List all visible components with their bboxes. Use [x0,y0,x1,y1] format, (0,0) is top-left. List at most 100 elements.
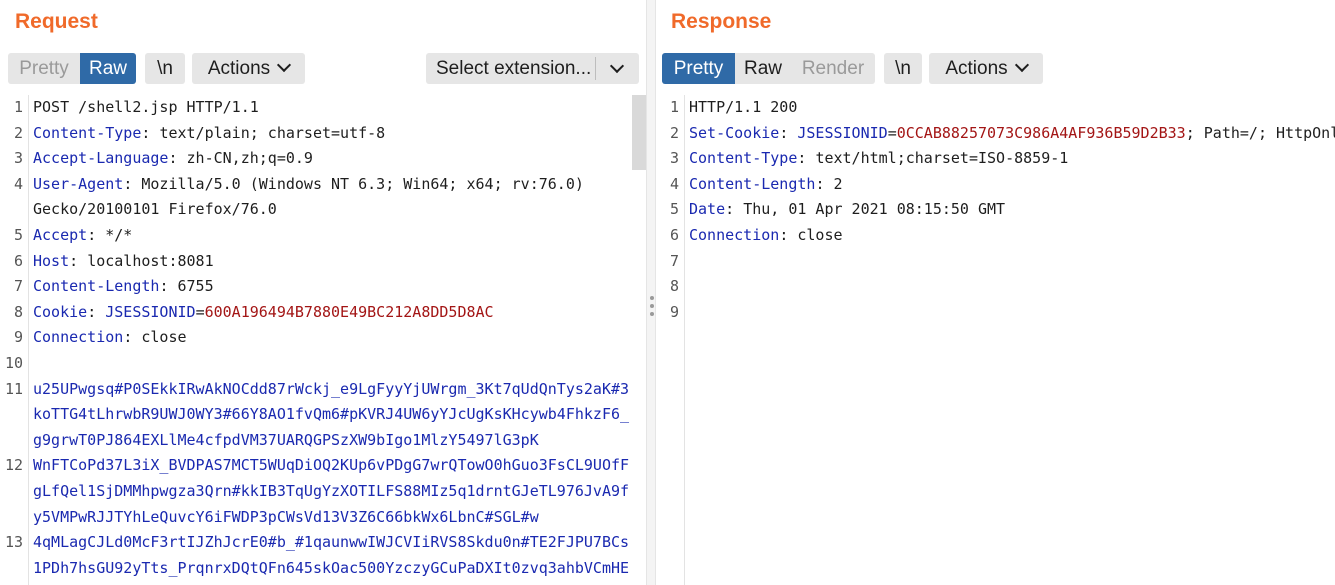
line-number: 8 [13,302,23,321]
line-number: 10 [4,353,23,372]
chevron-down-icon [277,57,292,73]
code-line: 5 Date: Thu, 01 Apr 2021 08:15:50 GMT [670,197,1335,223]
body-text: 4qMLagCJLd0McF3rtIJZhJcrE0#b_#1qaunwwIWJ… [33,533,630,552]
header-name: Set-Cookie [689,123,780,142]
body-text: gLfQel1SjDMMhpwgza3Qrn#kkIB3TqUgYzXOTILF… [33,481,630,500]
header-value: zh-CN,zh;q=0.9 [186,149,313,168]
line-text: HTTP/1.1 200 [689,98,798,116]
cookie-name: JSESSIONID [105,302,196,321]
code-line: 13 4qMLagCJLd0McF3rtIJZhJcrE0#b_#1qaunwwI… [5,530,646,556]
code-line: 4 Content-Length: 2 [670,172,1335,198]
code-line: 8 Cookie: JSESSIONID=600A196494B7880E49BC… [14,300,646,326]
header-value: text/html;charset=ISO-8859-1 [815,149,1069,168]
code-line: 1PDh7hsGU92yTts_PrqnrxDQtQFn645skOac500Y… [33,556,646,582]
header-name: Accept-Language [33,149,169,168]
body-text: y5VMPwRJJTYhLeQuvcY6iFWDP3pCWsVd13V3Z6C6… [33,507,539,526]
header-name: Content-Type [689,149,798,168]
header-name: Cookie [33,302,88,321]
select-extension-label: Select extension... [436,58,592,79]
line-number: 11 [4,379,23,398]
line-number: 4 [13,174,23,193]
request-raw-tab[interactable]: Raw [80,53,136,84]
request-actions-button[interactable]: Actions [192,53,305,84]
header-value: */* [105,225,133,244]
line-number: 13 [4,533,23,552]
line-text: Gecko/20100101 Firefox/76.0 [33,200,277,219]
header-colon: : [87,302,106,321]
line-number: 1 [13,98,23,116]
code-line: 11 u25UPwgsq#P0SEkkIRwAkNOCdd87rWckj_e9Lg… [5,377,646,403]
request-editor[interactable]: 1 POST /shell2.jsp HTTP/1.1 2 Content-Type:… [0,95,646,585]
header-name: Host [33,251,70,270]
code-line: 7 Content-Length: 6755 [14,274,646,300]
pane-splitter[interactable] [646,0,656,585]
header-colon: : [141,123,160,142]
cookie-value: 600A196494B7880E49BC212A8DD5D8AC [204,302,494,321]
request-pretty-tab[interactable]: Pretty [8,53,80,84]
request-title: Request [15,10,98,33]
header-colon: : [69,251,88,270]
line-number: 9 [13,328,23,347]
header-colon: : [797,149,816,168]
header-name: Date [689,200,726,219]
code-line: 8 [670,274,1335,300]
line-text: POST /shell2.jsp HTTP/1.1 [33,98,259,116]
body-text: 1PDh7hsGU92yTts_PrqnrxDQtQFn645skOac500Y… [33,558,630,577]
header-value: 2 [833,174,843,193]
response-editor[interactable]: 1 HTTP/1.1 200 2 Set-Cookie: JSESSIONID=0CC… [656,95,1335,585]
code-line: 1 POST /shell2.jsp HTTP/1.1 [14,95,646,121]
header-colon: : [779,123,798,142]
header-value: close [141,328,187,347]
header-colon: : [725,200,744,219]
body-text: WnFTCoPd37L3iX_BVDPAS7MCT5WUqDiOQ2KUp6vP… [33,456,630,475]
header-value: 6755 [177,277,214,296]
line-number: 4 [669,174,679,193]
header-name: Accept [33,225,88,244]
header-name: Content-Length [689,174,816,193]
code-line: 9 Connection: close [14,325,646,351]
select-extension-dropdown[interactable]: Select extension... [426,53,639,84]
header-colon: : [123,328,142,347]
line-number: 7 [13,277,23,296]
code-line: 10 [5,351,646,377]
header-name: Content-Length [33,277,160,296]
response-pretty-tab[interactable]: Pretty [662,53,735,84]
request-pane: Request Pretty Raw \n Actions Select ext… [0,0,646,585]
body-text: u25UPwgsq#P0SEkkIRwAkNOCdd87rWckj_e9LgFy… [33,379,630,398]
body-text: koTTG4tLhrwbR9UWJ0WY3#66Y8AO1fvQm6#pKVRJ… [33,405,630,424]
response-title: Response [671,10,772,33]
response-actions-button[interactable]: Actions [929,53,1043,84]
code-line: g9grwT0PJ864EXLlMe4cfpdVM37UARQGPSzXW9bI… [33,428,646,454]
code-line: 12 WnFTCoPd37L3iX_BVDPAS7MCT5WUqDiOQ2KUp6… [5,453,646,479]
code-line: 2 Set-Cookie: JSESSIONID=0CCAB88257073C98… [670,121,1335,147]
request-scrollbar-thumb[interactable] [632,95,646,170]
header-colon: : [159,277,178,296]
code-line: 9 [670,300,1335,326]
cookie-attributes: ; Path=/; HttpOnl [1185,123,1335,142]
line-number: 6 [13,251,23,270]
body-text: g9grwT0PJ864EXLlMe4cfpdVM37UARQGPSzXW9bI… [33,430,539,449]
code-line: 3 Content-Type: text/html;charset=ISO-885… [670,146,1335,172]
header-name: User-Agent [33,174,124,193]
drag-handle-icon [650,296,654,320]
response-render-tab[interactable]: Render [791,53,875,84]
header-name: Connection [689,225,780,244]
line-number: 9 [669,302,679,321]
request-newline-button[interactable]: \n [145,53,185,84]
line-number: 5 [13,225,23,244]
cookie-equals: = [887,123,897,142]
code-line: 4 User-Agent: Mozilla/5.0 (Windows NT 6.3… [14,172,646,198]
code-line: 6 Connection: close [670,223,1335,249]
response-newline-button[interactable]: \n [884,53,922,84]
dropdown-separator [595,57,596,80]
header-colon: : [87,225,106,244]
header-value: Thu, 01 Apr 2021 08:15:50 GMT [743,200,1006,219]
response-pane: Response Pretty Raw Render \n Actions 1H… [656,0,1335,585]
cookie-value: 0CCAB88257073C986A4AF936B59D2B33 [896,123,1186,142]
line-number: 3 [13,149,23,168]
header-colon: : [815,174,834,193]
code-line: 3 Accept-Language: zh-CN,zh;q=0.9 [14,146,646,172]
code-line: koTTG4tLhrwbR9UWJ0WY3#66Y8AO1fvQm6#pKVRJ… [33,402,646,428]
header-colon: : [779,225,798,244]
response-raw-tab[interactable]: Raw [735,53,791,84]
